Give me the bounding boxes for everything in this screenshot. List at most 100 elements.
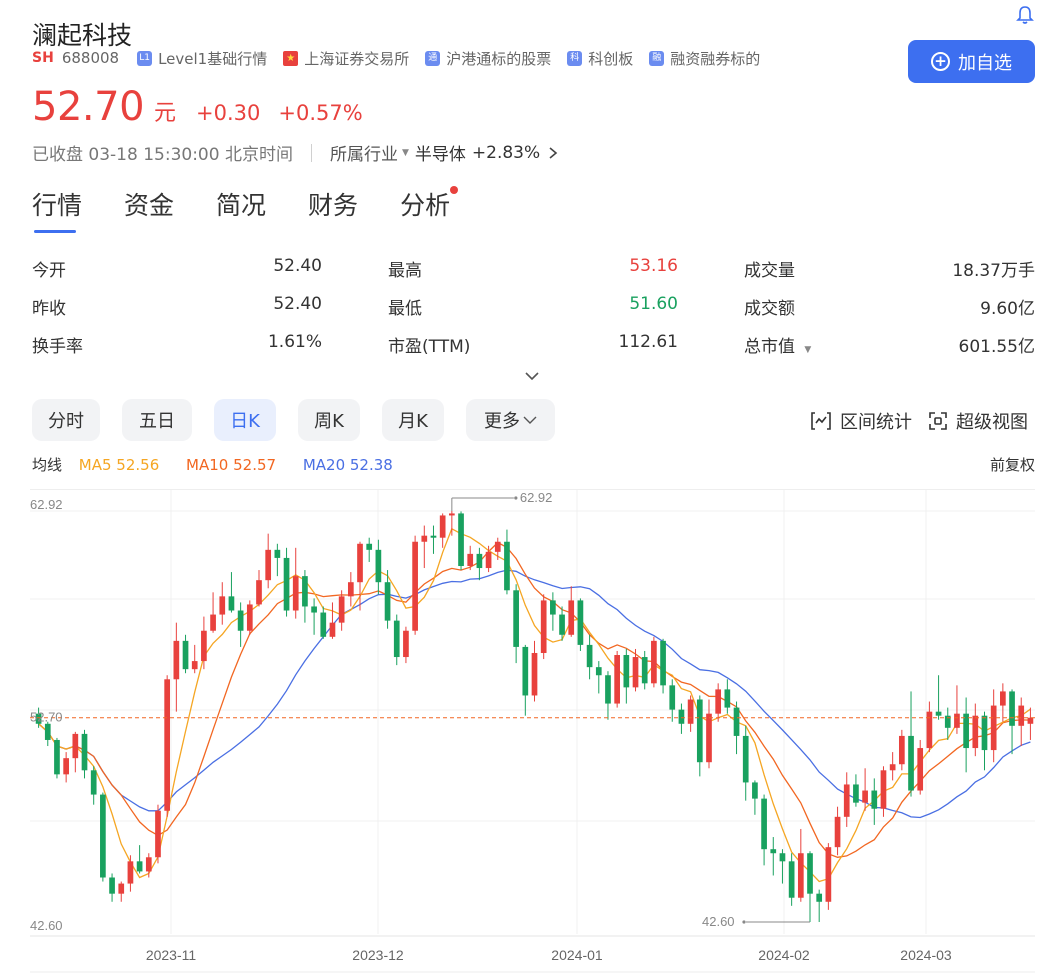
candle-body bbox=[311, 606, 317, 613]
level1-icon: L1 bbox=[137, 50, 153, 66]
tag-level1[interactable]: L1 Level1基础行情 bbox=[137, 48, 267, 69]
candle-body bbox=[118, 883, 125, 894]
tab-quote[interactable]: 行情 bbox=[32, 186, 82, 234]
candle-body bbox=[283, 557, 290, 611]
candle-body bbox=[614, 655, 620, 704]
stat-value: 601.55亿 bbox=[958, 337, 1035, 357]
stat-label: 换手率 bbox=[32, 337, 83, 357]
candle-body bbox=[384, 582, 391, 621]
adjust-mode-toggle[interactable]: 前复权 bbox=[990, 454, 1035, 475]
candle-body bbox=[393, 620, 400, 658]
candle-body bbox=[72, 733, 79, 759]
candle-body bbox=[954, 713, 960, 728]
tab-finance[interactable]: 财务 bbox=[308, 186, 358, 234]
candle-body bbox=[577, 600, 584, 645]
tab-profile[interactable]: 简况 bbox=[216, 186, 266, 234]
tag-label: 沪港通标的股票 bbox=[446, 49, 552, 68]
candle-body bbox=[439, 515, 446, 538]
candle-body bbox=[981, 715, 988, 751]
period-label: 五日 bbox=[139, 411, 175, 432]
period-5day[interactable]: 五日 bbox=[122, 399, 192, 441]
industry-link[interactable]: 所属行业 ▼ 半导体 +2.83% bbox=[330, 140, 558, 165]
ma-label: 均线 bbox=[32, 456, 63, 474]
tab-analysis[interactable]: 分析 bbox=[400, 186, 459, 234]
candle-body bbox=[109, 877, 115, 894]
period-daily[interactable]: 日K bbox=[214, 399, 276, 441]
add-watchlist-label: 加自选 bbox=[958, 52, 1012, 74]
period-weekly[interactable]: 周K bbox=[298, 399, 360, 441]
tab-label: 财务 bbox=[308, 191, 359, 220]
candle-body bbox=[834, 816, 841, 848]
stat-label: 成交额 bbox=[744, 299, 795, 319]
price-unit: 元 bbox=[154, 101, 177, 126]
candle-body bbox=[550, 600, 556, 615]
stats-row: 今开 52.40 最高 53.16 成交量 18.37万手 bbox=[32, 256, 1035, 294]
stat-value: 1.61% bbox=[267, 332, 322, 352]
tag-margin[interactable]: 融 融资融券标的 bbox=[649, 48, 760, 69]
caret-down-icon: ▼ bbox=[401, 147, 409, 158]
period-more-dropdown[interactable]: 更多 bbox=[466, 399, 555, 441]
add-watchlist-button[interactable]: + 加自选 bbox=[908, 40, 1035, 83]
candle-body bbox=[779, 853, 786, 862]
tab-funds[interactable]: 资金 bbox=[124, 186, 174, 234]
tag-hk-connect[interactable]: 通 沪港通标的股票 bbox=[425, 48, 551, 69]
candle-body bbox=[54, 739, 60, 775]
candle-body bbox=[430, 535, 437, 538]
candle-body bbox=[926, 711, 933, 749]
candle-body bbox=[540, 600, 547, 653]
high-marker-label: 62.92 bbox=[520, 490, 553, 505]
ma20-value: MA20 52.38 bbox=[302, 456, 393, 474]
period-monthly[interactable]: 月K bbox=[382, 399, 444, 441]
tag-label: 上海证券交易所 bbox=[304, 49, 410, 68]
tab-label: 分析 bbox=[400, 191, 451, 220]
candle-body bbox=[145, 857, 152, 872]
tag-star-market[interactable]: 科 科创板 bbox=[567, 48, 633, 69]
industry-label: 所属行业 bbox=[329, 145, 398, 165]
chart-tools: 区间统计 超级视图 bbox=[810, 408, 1028, 434]
period-intraday[interactable]: 分时 bbox=[32, 399, 100, 441]
candle-body bbox=[797, 853, 804, 898]
candle-body bbox=[127, 861, 134, 884]
candle-body bbox=[1000, 691, 1006, 706]
candle-body bbox=[816, 893, 823, 902]
candle-body bbox=[191, 661, 198, 670]
connect-icon: 通 bbox=[425, 50, 441, 66]
range-stats-button[interactable]: 区间统计 bbox=[810, 408, 912, 434]
candle-body bbox=[715, 689, 722, 714]
high-marker-dot bbox=[514, 496, 518, 500]
expand-chevron-icon[interactable] bbox=[524, 370, 540, 382]
market-cap-dropdown[interactable]: 总市值 ▼ bbox=[744, 332, 811, 357]
ma10-value: MA10 52.57 bbox=[186, 456, 277, 474]
notification-dot bbox=[450, 186, 459, 194]
candle-body bbox=[623, 655, 630, 688]
tag-exchange[interactable]: ★ 上海证券交易所 bbox=[283, 48, 409, 69]
period-label: 周K bbox=[314, 411, 344, 432]
stat-label: 总市值 bbox=[744, 337, 795, 357]
candle-body bbox=[761, 798, 767, 850]
x-tick-label: 2024-01 bbox=[551, 947, 603, 963]
candle-body bbox=[706, 713, 712, 763]
candle-body bbox=[669, 685, 676, 710]
chevron-right-icon bbox=[549, 146, 558, 159]
tab-label: 简况 bbox=[216, 191, 267, 220]
plus-circle-icon: + bbox=[931, 52, 950, 71]
candle-body bbox=[770, 849, 777, 854]
super-view-button[interactable]: 超级视图 bbox=[928, 408, 1028, 434]
candle-body bbox=[375, 549, 382, 583]
current-price: 52.70 bbox=[32, 84, 145, 130]
candle-body bbox=[100, 794, 106, 878]
active-tab-indicator bbox=[34, 230, 76, 233]
stat-value: 112.61 bbox=[618, 332, 678, 352]
candlestick-chart[interactable]: 52.70 62.92 42.60 62.92 42.60 2023-11 2023-12 2… bbox=[0, 486, 1059, 976]
candle-body bbox=[651, 640, 657, 684]
candle-body bbox=[972, 715, 979, 749]
candle-body bbox=[338, 596, 345, 623]
bell-icon[interactable] bbox=[1015, 4, 1035, 26]
stat-label: 昨收 bbox=[32, 299, 66, 319]
current-price-label: 52.70 bbox=[30, 710, 63, 725]
low-marker-dot bbox=[742, 920, 746, 924]
candle-body bbox=[504, 541, 510, 591]
candle-body bbox=[173, 640, 180, 680]
stat-label: 成交量 bbox=[744, 261, 795, 281]
stat-label: 最高 bbox=[388, 261, 422, 281]
